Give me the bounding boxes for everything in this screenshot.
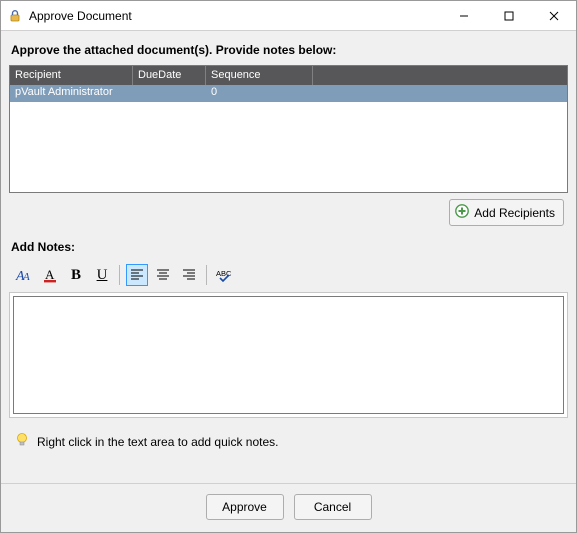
add-recipients-label: Add Recipients <box>474 206 555 220</box>
align-center-button[interactable] <box>152 264 174 286</box>
col-sequence[interactable]: Sequence <box>206 66 313 85</box>
minimize-button[interactable] <box>441 1 486 30</box>
cell-sequence: 0 <box>206 85 313 102</box>
underline-button[interactable]: U <box>91 264 113 286</box>
align-left-button[interactable] <box>126 264 148 286</box>
svg-text:A: A <box>22 271 30 283</box>
approve-document-dialog: Approve Document Approve the attached do… <box>0 0 577 533</box>
add-recipients-button[interactable]: Add Recipients <box>449 199 564 226</box>
font-color-button[interactable]: A <box>39 264 61 286</box>
col-recipient[interactable]: Recipient <box>10 66 133 85</box>
instruction-text: Approve the attached document(s). Provid… <box>11 43 566 57</box>
notes-label: Add Notes: <box>11 240 566 254</box>
lock-icon <box>7 8 23 24</box>
lightbulb-icon <box>15 432 29 451</box>
rich-text-toolbar: A A A B U <box>9 264 568 292</box>
cell-filler <box>313 85 567 102</box>
cancel-button[interactable]: Cancel <box>294 494 372 520</box>
notes-textarea[interactable] <box>13 296 564 414</box>
titlebar: Approve Document <box>1 1 576 31</box>
cell-recipient: pVault Administrator <box>10 85 133 102</box>
dialog-buttons: Approve Cancel <box>1 483 576 532</box>
hint-row: Right click in the text area to add quic… <box>9 418 568 459</box>
hint-text: Right click in the text area to add quic… <box>37 435 278 449</box>
col-filler <box>313 66 567 85</box>
add-icon <box>454 203 470 222</box>
separator <box>206 265 207 285</box>
approve-button[interactable]: Approve <box>206 494 284 520</box>
grid-row[interactable]: pVault Administrator 0 <box>10 85 567 102</box>
recipients-grid[interactable]: Recipient DueDate Sequence pVault Admini… <box>9 65 568 193</box>
dialog-body: Approve the attached document(s). Provid… <box>1 31 576 483</box>
svg-text:A: A <box>45 267 55 282</box>
window-controls <box>441 1 576 30</box>
bold-button[interactable]: B <box>65 264 87 286</box>
add-recipients-bar: Add Recipients <box>9 193 568 236</box>
spellcheck-button[interactable]: ABC <box>213 264 235 286</box>
maximize-button[interactable] <box>486 1 531 30</box>
close-button[interactable] <box>531 1 576 30</box>
grid-header-row: Recipient DueDate Sequence <box>10 66 567 85</box>
cell-duedate <box>133 85 206 102</box>
font-family-button[interactable]: A A <box>13 264 35 286</box>
svg-text:ABC: ABC <box>216 269 232 278</box>
col-duedate[interactable]: DueDate <box>133 66 206 85</box>
window-title: Approve Document <box>29 9 441 23</box>
notes-container <box>9 292 568 418</box>
align-right-button[interactable] <box>178 264 200 286</box>
separator <box>119 265 120 285</box>
